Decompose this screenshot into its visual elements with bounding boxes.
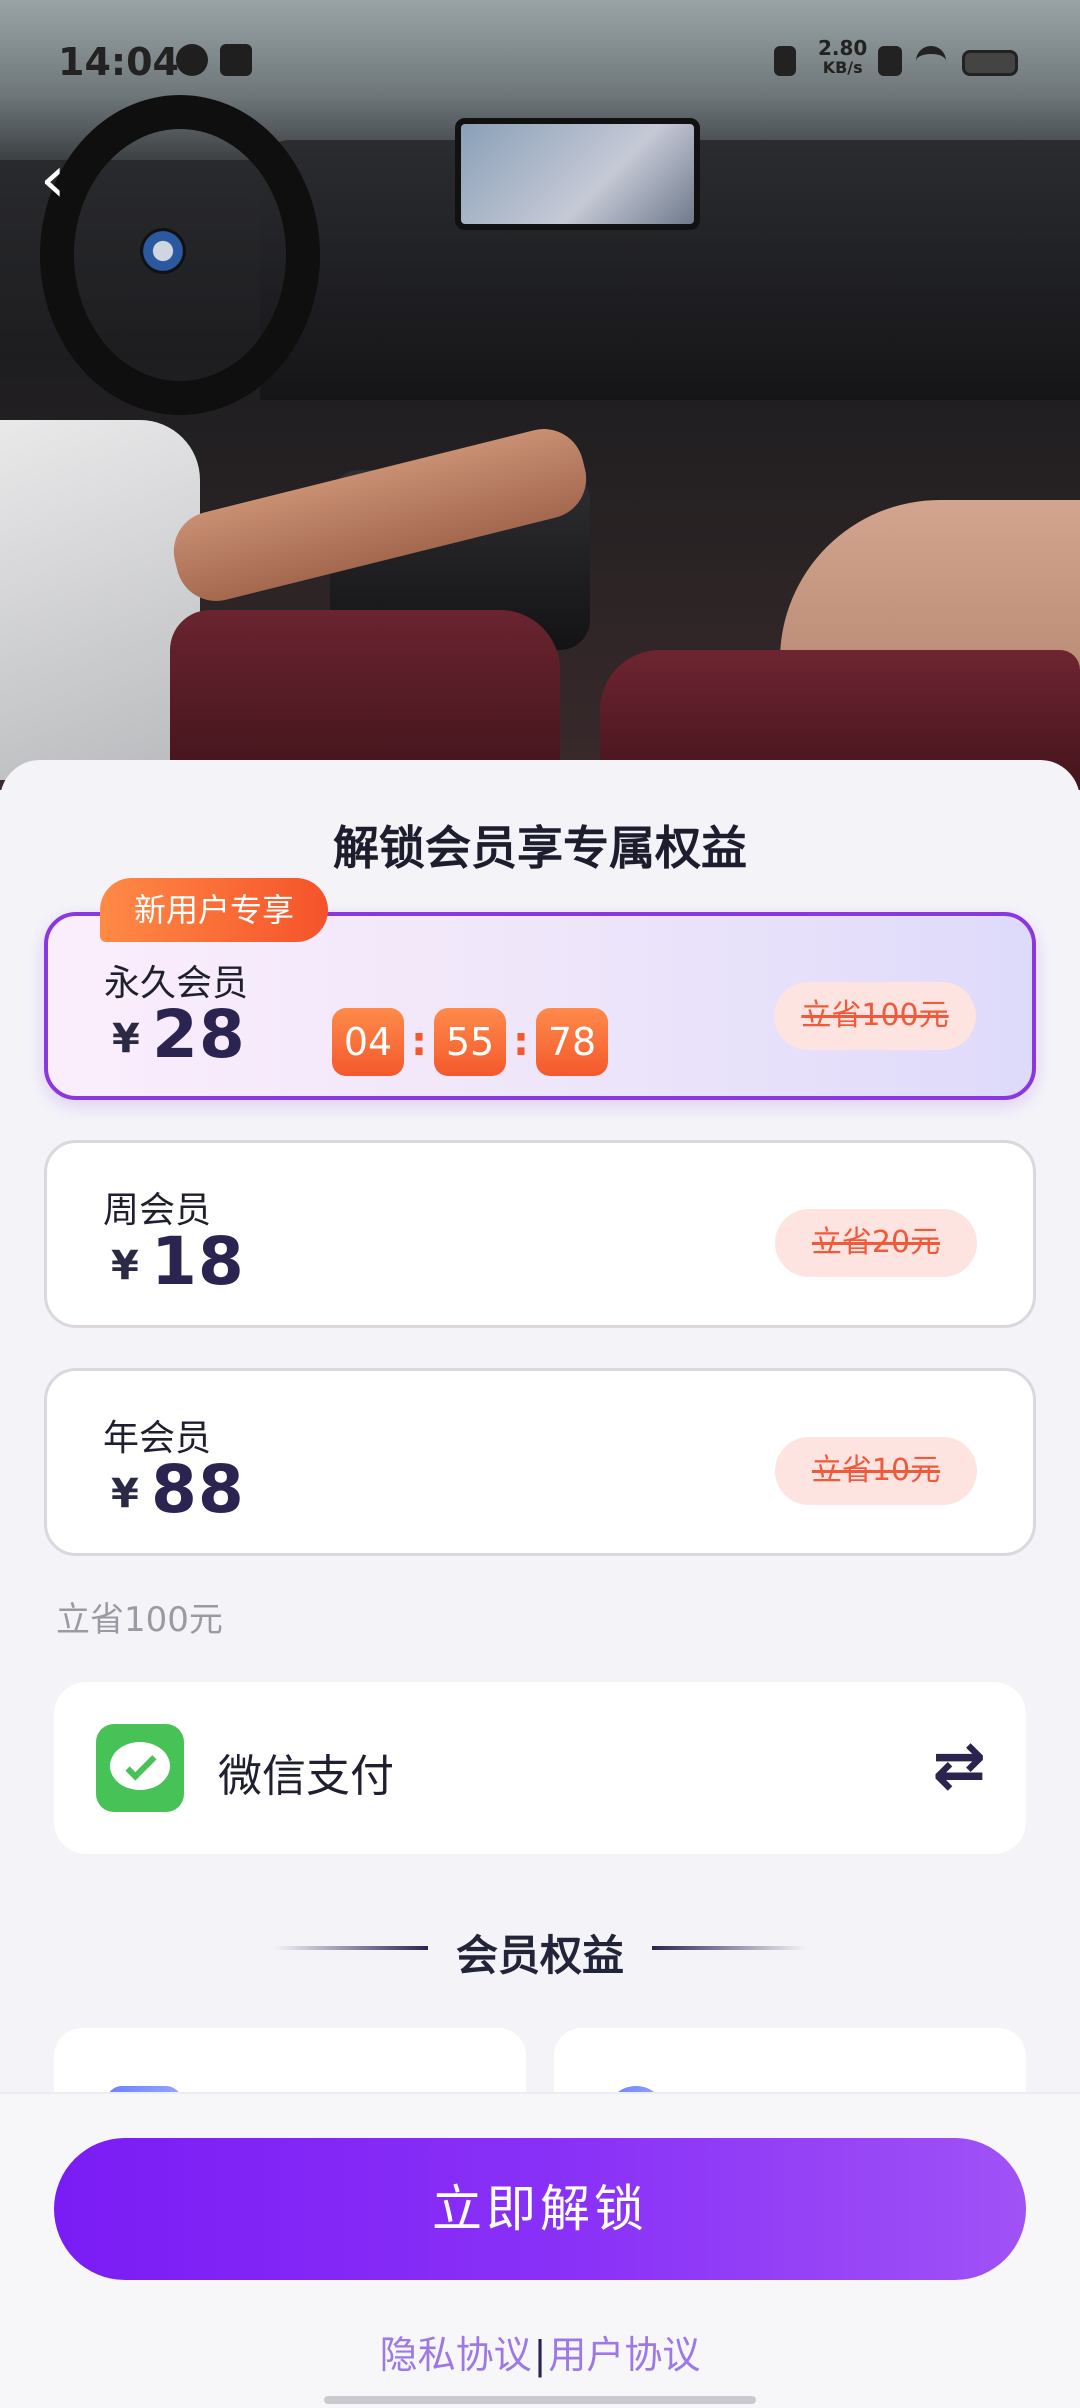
battery-icon [962,50,1018,76]
plan-card-yearly[interactable]: 年会员 ¥ 88 立省10元 [44,1368,1036,1556]
bottom-bar: 立即解锁 隐私协议|用户协议 [0,2092,1080,2408]
countdown-separator: : [411,1019,427,1065]
new-user-badge: 新用户专享 [100,878,328,942]
currency-symbol: ¥ [111,1471,139,1517]
currency-symbol: ¥ [111,1243,139,1289]
car-logo [140,228,186,274]
currency-symbol: ¥ [112,1016,140,1062]
home-indicator[interactable] [324,2396,756,2404]
user-agreement-link[interactable]: 用户协议 [548,2333,700,2377]
network-speed: 2.80 KB/s [818,38,867,78]
back-chevron-icon[interactable]: ‹ [40,148,100,220]
star-notification-icon [220,44,252,76]
payment-method-row[interactable]: 微信支付 ⇄ [54,1682,1026,1854]
app-notification-icon [176,44,208,76]
plan-price: 88 [151,1451,245,1528]
wechat-pay-icon [96,1724,184,1812]
countdown-separator: : [513,1019,529,1065]
plan-price: 18 [151,1223,245,1300]
countdown-hours: 04 [332,1008,404,1076]
plan-price: 28 [152,996,246,1073]
plan-card-weekly[interactable]: 周会员 ¥ 18 立省20元 [44,1140,1036,1328]
save-amount-badge: 立省10元 [775,1437,977,1505]
countdown-minutes: 55 [434,1008,506,1076]
link-separator: | [533,2333,547,2377]
vibrate-icon [774,46,796,76]
wifi-icon [916,46,946,76]
divider-right [652,1946,806,1950]
network-speed-unit: KB/s [822,58,863,77]
unlock-button[interactable]: 立即解锁 [54,2138,1026,2280]
privacy-policy-link[interactable]: 隐私协议 [380,2333,532,2377]
sheet-title: 解锁会员享专属权益 [333,821,747,875]
screen: { "status_bar": { "time": "14:04", "net_… [0,0,1080,2408]
benefits-title: 会员权益 [455,1931,624,1980]
status-time: 14:04 [58,40,179,84]
agreement-links: 隐私协议|用户协议 [0,2324,1080,2379]
sim-icon [878,46,902,76]
savings-hint: 立省100元 [56,1600,223,1640]
swap-arrows-icon[interactable]: ⇄ [932,1734,986,1798]
countdown-seconds: 78 [536,1008,608,1076]
network-speed-value: 2.80 [818,36,868,60]
countdown-timer: 04 : 55 : 78 [332,1008,608,1076]
status-bar: 14:04 2.80 KB/s [0,0,1080,120]
save-amount-badge: 立省20元 [775,1209,977,1277]
payment-method-label: 微信支付 [218,1751,394,1802]
car-display [455,118,700,230]
save-amount-badge: 立省100元 [774,982,976,1050]
